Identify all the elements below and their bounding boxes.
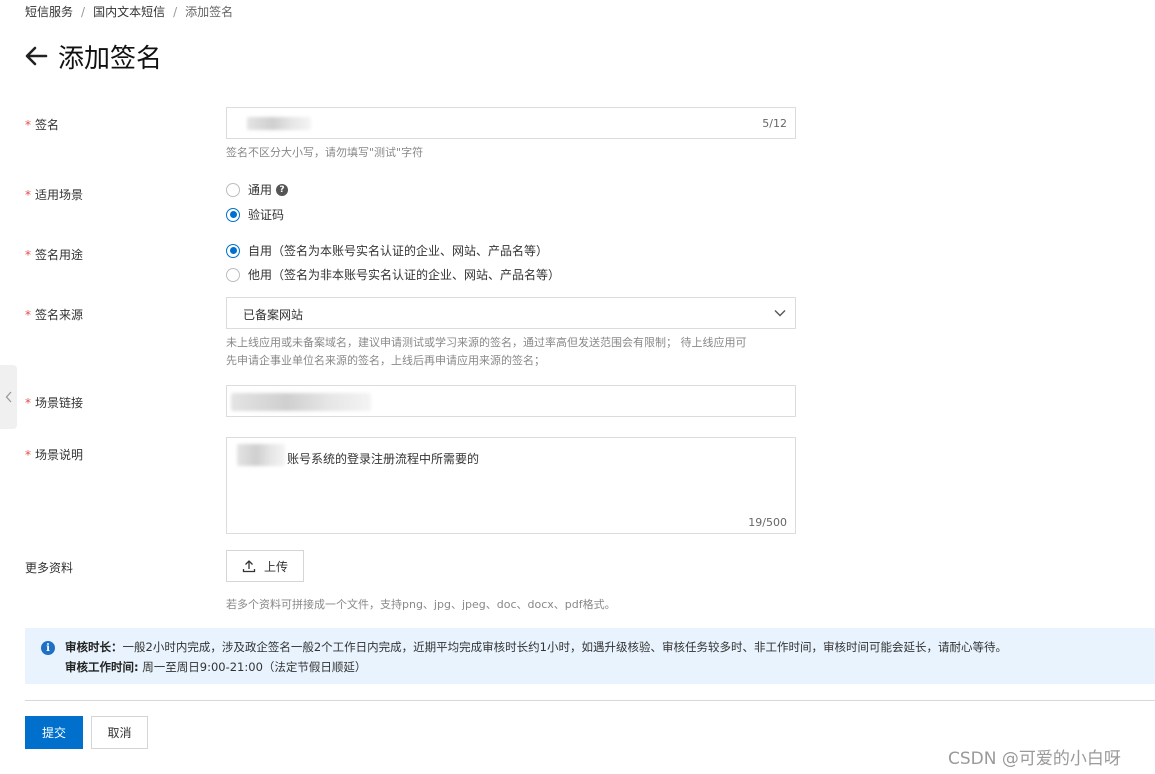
chevron-down-icon bbox=[773, 306, 787, 320]
info-icon: i bbox=[41, 641, 55, 655]
usage-option-others[interactable]: 他用（签名为非本账号实名认证的企业、网站、产品名等） bbox=[226, 266, 560, 283]
radio-checked[interactable] bbox=[226, 243, 240, 258]
signature-label: * 签名 bbox=[25, 118, 60, 132]
scene-desc-textarea[interactable]: 账号系统的登录注册流程中所需要的 19/500 bbox=[226, 437, 796, 534]
submit-button[interactable]: 提交 bbox=[25, 716, 83, 749]
scene-option-verification-code[interactable]: 验证码 bbox=[226, 206, 284, 223]
signature-help: 签名不区分大小写，请勿填写"测试"字符 bbox=[226, 146, 424, 159]
breadcrumb-domestic-sms[interactable]: 国内文本短信 bbox=[93, 5, 165, 19]
redacted-value bbox=[247, 117, 311, 130]
breadcrumb-separator: / bbox=[81, 5, 86, 19]
source-selected-value: 已备案网站 bbox=[243, 308, 304, 322]
signature-input[interactable]: 5/12 bbox=[226, 107, 796, 139]
question-icon[interactable]: ? bbox=[276, 183, 289, 196]
redacted-value bbox=[231, 393, 371, 411]
review-notice: i 审核时长：一般2小时内完成，涉及政企签名一般2个工作日内完成，近期平均完成审… bbox=[25, 628, 1155, 684]
signature-counter: 5/12 bbox=[762, 117, 787, 130]
scene-desc-text: 账号系统的登录注册流程中所需要的 bbox=[287, 452, 480, 466]
radio-unchecked[interactable] bbox=[226, 267, 240, 282]
source-label: * 签名来源 bbox=[25, 308, 84, 322]
radio-unchecked[interactable] bbox=[226, 182, 240, 197]
scene-desc-counter: 19/500 bbox=[748, 516, 787, 529]
usage-option-self[interactable]: 自用（签名为本账号实名认证的企业、网站、产品名等） bbox=[226, 242, 548, 259]
divider bbox=[25, 700, 1155, 701]
scene-link-label: * 场景链接 bbox=[25, 396, 84, 410]
cancel-button[interactable]: 取消 bbox=[91, 716, 148, 749]
breadcrumb-separator: / bbox=[173, 5, 178, 19]
notice-line-1: 审核时长：一般2小时内完成，涉及政企签名一般2个工作日内完成，近期平均完成审核时… bbox=[65, 640, 1007, 654]
source-select[interactable]: 已备案网站 bbox=[226, 297, 796, 329]
upload-button[interactable]: 上传 bbox=[226, 550, 304, 582]
source-help-line2: 先申请企事业单位名来源的签名，上线后再申请应用来源的签名； bbox=[226, 354, 545, 367]
redacted-value bbox=[237, 444, 285, 466]
notice-line-2: 审核工作时间: 周一至周日9:00-21:00（法定节假日顺延） bbox=[65, 660, 367, 674]
scene-option-general[interactable]: 通用 ? bbox=[226, 181, 289, 198]
page-title: 添加签名 bbox=[58, 43, 163, 74]
scene-label: * 适用场景 bbox=[25, 188, 84, 202]
radio-checked[interactable] bbox=[226, 207, 240, 222]
chevron-left-icon bbox=[5, 391, 11, 403]
breadcrumb-sms-service[interactable]: 短信服务 bbox=[25, 5, 73, 19]
sidebar-collapse-handle[interactable] bbox=[0, 365, 17, 429]
arrow-left-icon[interactable] bbox=[24, 43, 50, 69]
page-header: 添加签名 bbox=[24, 38, 162, 74]
usage-label: * 签名用途 bbox=[25, 248, 84, 262]
watermark: CSDN @可爱的小白呀 bbox=[948, 749, 1121, 769]
breadcrumb-current: 添加签名 bbox=[185, 5, 234, 19]
more-info-label: 更多资料 bbox=[25, 561, 74, 575]
source-help-line1: 未上线应用或未备案域名，建议申请测试或学习来源的签名，通过率高但发送范围会有限制… bbox=[226, 336, 747, 349]
breadcrumb: 短信服务 / 国内文本短信 / 添加签名 bbox=[25, 3, 233, 20]
scene-desc-label: * 场景说明 bbox=[25, 448, 84, 462]
more-info-help: 若多个资料可拼接成一个文件，支持png、jpg、jpeg、doc、docx、pd… bbox=[226, 598, 616, 611]
upload-label: 上传 bbox=[263, 559, 288, 574]
scene-link-input[interactable] bbox=[226, 385, 796, 417]
upload-icon bbox=[242, 560, 256, 573]
